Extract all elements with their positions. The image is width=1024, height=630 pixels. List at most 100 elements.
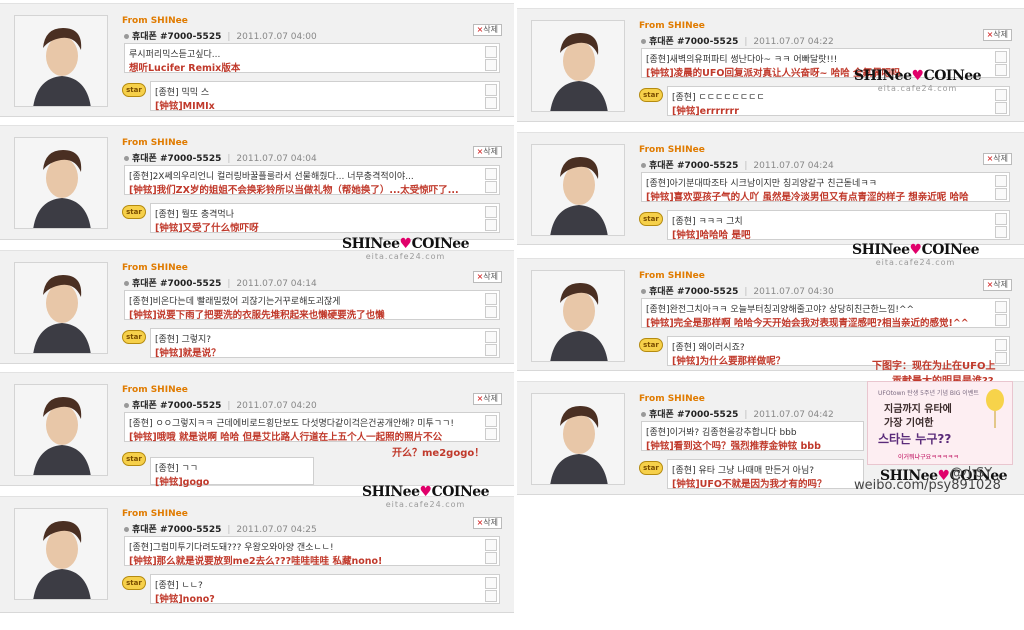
message-card: From SHINee 휴대폰 #7000-5525 | 2011.07.07 04… bbox=[0, 250, 514, 364]
sender-label: From SHINee bbox=[122, 509, 188, 519]
message-original: [종현]이거봐? 김종현을강추합니다 bbb bbox=[646, 428, 797, 438]
scroll-down-button[interactable] bbox=[995, 64, 1007, 76]
reply-original: [종현] ㅋㅋㅋ 그치 bbox=[672, 217, 743, 227]
star-badge-icon: star bbox=[639, 212, 663, 226]
delete-button[interactable]: ×삭제 bbox=[982, 279, 1012, 291]
scroll-down-button[interactable] bbox=[995, 352, 1007, 364]
message-original: [종현] ㅇㅇ그렇지ㅋㅋ 근데에비로드횡단보도 다섯명다같이걱은건공개안해? 미… bbox=[129, 419, 454, 429]
message-translation: [钟铉]那么就是说要放到me2去么???哇哇哇哇 私藏nono! bbox=[129, 556, 383, 567]
heart-icon: ♥ bbox=[911, 68, 925, 84]
delete-button[interactable]: ×삭제 bbox=[982, 153, 1012, 165]
message-card: From SHINee 휴대폰 #7000-5525 | 2011.07.07 04… bbox=[0, 125, 514, 240]
scroll-down-button[interactable] bbox=[485, 590, 497, 602]
timestamp: 2011.07.07 04:30 bbox=[753, 287, 834, 297]
profile-photo bbox=[531, 144, 625, 236]
watermark: SHINee♥COINee eita.cafe24.com bbox=[854, 68, 982, 93]
delete-button[interactable]: ×삭제 bbox=[472, 146, 502, 158]
profile-photo bbox=[531, 270, 625, 362]
scroll-up-button[interactable] bbox=[485, 539, 497, 551]
message-box: [종현]아기분대따조타 시크남이지만 칭괴양같구 친근돋네ㅋㅋ [钟铉]喜欢耍孩… bbox=[641, 172, 1010, 203]
scroll-up-button[interactable] bbox=[485, 206, 497, 218]
promo-banner: UFOtown 탄생 5주년 기념 BIG 이벤트 지금까지 유타에 가장 기여… bbox=[867, 381, 1013, 465]
delete-button[interactable]: ×삭제 bbox=[472, 393, 502, 405]
scroll-down-button[interactable] bbox=[995, 314, 1007, 326]
message-translation: [钟铉]哦哦 就是说啊 哈哈 但是艾比路人行道在上五个人一起照的照片不公 bbox=[129, 432, 443, 443]
scroll-up-button[interactable] bbox=[485, 331, 497, 343]
scroll-up-button[interactable] bbox=[485, 577, 497, 589]
scroll-down-button[interactable] bbox=[485, 344, 497, 356]
scroll-down-button[interactable] bbox=[995, 226, 1007, 238]
reply-original: [종현] ㄴㄴ? bbox=[155, 581, 203, 591]
scroll-down-button[interactable] bbox=[485, 306, 497, 318]
message-meta: 휴대폰 #7000-5525 | 2011.07.07 04:14 bbox=[124, 276, 317, 289]
message-original: [종현]새벽의유퍼파티 썽난다아~ ㅋㅋ 어빠달랏!!! bbox=[646, 55, 838, 65]
scroll-down-button[interactable] bbox=[485, 97, 497, 109]
timestamp: 2011.07.07 04:14 bbox=[236, 279, 317, 289]
timestamp: 2011.07.07 04:42 bbox=[753, 410, 834, 420]
scroll-up-button[interactable] bbox=[485, 293, 497, 305]
message-original: [종현]2X쎄의우리언니 컬러링바꿀플룰라서 선물해줬다... 너무충격적이야.… bbox=[129, 172, 414, 182]
watermark: SHINee♥COINee eita.cafe24.com bbox=[362, 484, 490, 509]
message-meta: 휴대폰 #7000-5525 | 2011.07.07 04:30 bbox=[641, 284, 834, 297]
star-badge-icon: star bbox=[122, 452, 146, 466]
scroll-up-button[interactable] bbox=[995, 301, 1007, 313]
scroll-up-button[interactable] bbox=[995, 175, 1007, 187]
reply-original: [종현] 믹믹 스 bbox=[155, 88, 210, 98]
credit-weibo: weibo.com/psy891028 bbox=[854, 478, 1001, 493]
sender-label: From SHINee bbox=[122, 16, 188, 26]
heart-icon: ♥ bbox=[419, 484, 433, 500]
phone-icon bbox=[124, 156, 129, 161]
phone-number: 휴대폰 #7000-5525 bbox=[649, 410, 739, 420]
message-translation: [钟铉]喜欢耍孩子气的人吖 虽然是冷淡男但又有点青涩的样子 想亲近呢 哈哈 bbox=[646, 192, 969, 203]
reply-box: [종현] 유타 그냥 나때매 만든거 아님? [钟铉]UFO不就是因为我才有的吗… bbox=[667, 459, 864, 490]
scroll-down-button[interactable] bbox=[485, 181, 497, 193]
message-meta: 휴대폰 #7000-5525 | 2011.07.07 04:22 bbox=[641, 34, 834, 47]
scroll-up-button[interactable] bbox=[485, 84, 497, 96]
watermark: SHINee♥COINee eita.cafe24.com bbox=[342, 236, 470, 261]
scroll-down-button[interactable] bbox=[485, 552, 497, 564]
profile-photo bbox=[14, 15, 108, 107]
scroll-up-button[interactable] bbox=[485, 168, 497, 180]
phone-icon bbox=[641, 289, 646, 294]
message-translation: 想听Lucifer Remix版本 bbox=[129, 63, 241, 74]
message-card: From SHINee 휴대폰 #7000-5525 | 2011.07.07 04… bbox=[0, 496, 514, 613]
scroll-down-button[interactable] bbox=[995, 188, 1007, 200]
scroll-down-button[interactable] bbox=[485, 59, 497, 71]
scroll-up-button[interactable] bbox=[995, 213, 1007, 225]
message-translation-overflow: 开么？me2gogo！ bbox=[392, 448, 485, 459]
delete-button[interactable]: ×삭제 bbox=[982, 29, 1012, 41]
reply-translation: [钟铉]errrrrrr bbox=[672, 106, 739, 117]
phone-number: 휴대폰 #7000-5525 bbox=[132, 401, 222, 411]
reply-box: [종현] ㅋㅋㅋ 그치 [钟铉]哈哈哈 是吧 bbox=[667, 210, 1010, 241]
profile-photo bbox=[531, 393, 625, 485]
scroll-up-button[interactable] bbox=[485, 415, 497, 427]
scroll-up-button[interactable] bbox=[485, 46, 497, 58]
timestamp: 2011.07.07 04:24 bbox=[753, 161, 834, 171]
delete-button[interactable]: ×삭제 bbox=[472, 517, 502, 529]
scroll-down-button[interactable] bbox=[485, 428, 497, 440]
message-original: [종현]완전그치아ㅋㅋ 오늘부터칭괴양해줄고야? 상당히친근한느낌!^^ bbox=[646, 305, 915, 315]
reply-box: [종현] ㄴㄴ? [钟铉]nono? bbox=[150, 574, 500, 605]
delete-button[interactable]: ×삭제 bbox=[472, 271, 502, 283]
scroll-up-button[interactable] bbox=[995, 339, 1007, 351]
message-box: [종현]2X쎄의우리언니 컬러링바꿀플룰라서 선물해줬다... 너무충격적이야.… bbox=[124, 165, 500, 196]
profile-photo bbox=[14, 384, 108, 476]
reply-box: [종현] 그렇지? [钟铉]就是说？ bbox=[150, 328, 500, 359]
message-box: [종현]그럼미투기다려도돼??? 우왕오와아양 갠소ㄴㄴ! [钟铉]那么就是说要… bbox=[124, 536, 500, 567]
scroll-down-button[interactable] bbox=[995, 102, 1007, 114]
message-meta: 휴대폰 #7000-5525 | 2011.07.07 04:20 bbox=[124, 398, 317, 411]
message-card: From SHINee 휴대폰 #7000-5525 | 2011.07.07 04… bbox=[0, 3, 514, 117]
message-meta: 휴대폰 #7000-5525 | 2011.07.07 04:42 bbox=[641, 407, 834, 420]
message-meta: 휴대폰 #7000-5525 | 2011.07.07 04:00 bbox=[124, 29, 317, 42]
star-badge-icon: star bbox=[122, 83, 146, 97]
message-box: [종현] ㅇㅇ그렇지ㅋㅋ 근데에비로드횡단보도 다섯명다같이걱은건공개안해? 미… bbox=[124, 412, 500, 443]
scroll-up-button[interactable] bbox=[995, 89, 1007, 101]
scroll-up-button[interactable] bbox=[995, 51, 1007, 63]
reply-original: [종현] 그렇지? bbox=[155, 335, 212, 345]
timestamp: 2011.07.07 04:04 bbox=[236, 154, 317, 164]
phone-icon bbox=[641, 163, 646, 168]
delete-button[interactable]: ×삭제 bbox=[472, 24, 502, 36]
reply-translation: [钟铉]MIMIx bbox=[155, 101, 215, 112]
scroll-down-button[interactable] bbox=[485, 219, 497, 231]
message-card: From SHINee 휴대폰 #7000-5525 | 2011.07.07 04… bbox=[517, 8, 1024, 122]
